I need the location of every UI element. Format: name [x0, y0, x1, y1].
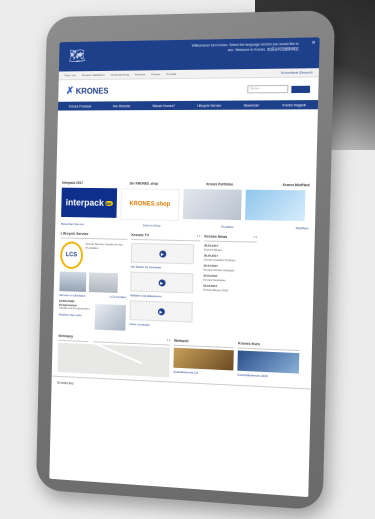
section-title: Krones Kurs: [237, 341, 300, 352]
lifecycle-images: [59, 271, 126, 294]
nav-item[interactable]: Warum Krones?: [152, 103, 175, 107]
promo-label: Krones Portfolios: [206, 182, 234, 187]
interpack-teaser[interactable]: interpack the: [61, 187, 118, 218]
lifecycle-links: Service im Überblick LCS Kunden: [59, 291, 126, 299]
videos-title: Krones TV: [131, 233, 150, 238]
news-item[interactable]: 18.04.2017 Krones Report 2016: [203, 284, 256, 294]
map-column: Germany ‹ ›: [57, 333, 170, 378]
site-header: ✗ KRONES Suche...: [58, 77, 319, 101]
world-map-icon: 🗺: [68, 47, 86, 64]
meta-link[interactable]: Presse: [151, 72, 160, 76]
section-title: Krones News ‹ ›: [204, 234, 257, 243]
location-map[interactable]: [57, 342, 170, 378]
shop-suffix: .shop: [154, 201, 171, 208]
close-icon[interactable]: ×: [312, 40, 316, 46]
video-caption[interactable]: Abfüllen und Etikettieren: [130, 293, 199, 299]
search-input[interactable]: Suche...: [247, 84, 289, 94]
meta-link[interactable]: Karriere: [135, 72, 145, 76]
report-caption[interactable]: Geschäftsbericht 2016: [237, 373, 299, 380]
news3-column: Krones Kurs Geschäftsbericht 2016: [237, 341, 300, 383]
video-caption[interactable]: Inline Lösungen: [129, 322, 198, 329]
video-column: Krones TV ‹ › ▶ Die Marke für Getränke ▶…: [129, 233, 201, 334]
lifecycle-link[interactable]: Service im Überblick: [59, 293, 85, 298]
portfolio-image[interactable]: [182, 189, 242, 221]
play-icon[interactable]: ▶: [158, 249, 166, 258]
meta-link[interactable]: Kontakt: [166, 72, 176, 76]
promo-caption[interactable]: Produkte: [221, 225, 233, 229]
play-icon[interactable]: ▶: [158, 278, 166, 287]
lifecycle-title: Lifecycle Service: [60, 231, 89, 237]
krones-logo[interactable]: ✗ KRONES: [65, 85, 109, 97]
video-player[interactable]: ▶: [129, 300, 193, 323]
lcs-text: Krones Service Vorteile für Ihre Produkt…: [85, 241, 123, 250]
miniplant-image[interactable]: [245, 189, 306, 222]
nav-item[interactable]: Krones Produkte: [69, 104, 92, 108]
promo-row: interpack the KRONES .shop: [55, 185, 316, 227]
bottom-row: Germany ‹ › Weltweit Quartalsbericht Q1 …: [52, 328, 312, 385]
news-item[interactable]: 25.04.2017 Krones auf der interpack: [204, 264, 257, 273]
meta-link[interactable]: Über uns: [64, 73, 76, 77]
promo-label: interpack 2017: [61, 180, 83, 185]
shop-teaser[interactable]: KRONES .shop: [120, 188, 180, 221]
robot-image[interactable]: [94, 304, 126, 331]
news-title: Krones News: [204, 234, 228, 239]
banner-text: Willkommen bei Krones. Select the langua…: [191, 41, 299, 52]
pager-arrows-icon[interactable]: ‹ ›: [253, 235, 257, 239]
news-column: Krones News ‹ › 28.04.2017 Krones Neues 2…: [202, 234, 257, 335]
tablet-screen: 🗺 Willkommen bei Krones. Select the lang…: [49, 37, 320, 498]
pager-arrows-icon[interactable]: ‹ ›: [167, 338, 170, 342]
shop-text: KRONES: [129, 201, 155, 208]
report-caption[interactable]: Quartalsbericht Q1: [173, 370, 233, 377]
meta-link[interactable]: Verantwortung: [110, 73, 129, 77]
interpack-text: interpack: [65, 197, 104, 208]
news-item[interactable]: 28.04.2017 Krones Neues: [204, 244, 257, 253]
lcs-logo[interactable]: LCS: [59, 241, 83, 270]
report-thumbnail[interactable]: [173, 347, 234, 371]
service-photo[interactable]: [59, 271, 87, 292]
news2-column: Weltweit Quartalsbericht Q1: [173, 338, 235, 381]
interpack-badge: the: [104, 200, 113, 206]
language-banner: 🗺 Willkommen bei Krones. Select the lang…: [58, 37, 320, 72]
play-icon[interactable]: ▶: [157, 307, 165, 315]
promo-caption[interactable]: Besuchen Sie uns: [61, 222, 84, 226]
hero-area: [56, 109, 318, 183]
tablet-device: 🗺 Willkommen bei Krones. Select the lang…: [35, 10, 336, 511]
content-grid: Lifecycle Service LCS Krones Service Vor…: [53, 226, 315, 339]
promo-caption[interactable]: Jetzt im Shop: [143, 223, 161, 227]
promo-caption[interactable]: MiniPlant: [296, 226, 309, 230]
promo-label: Krones MiniPlant: [282, 182, 310, 188]
evoguard-box: EVOGUARD Komponenten Ventile und Kompone…: [58, 299, 127, 331]
news-item[interactable]: 26.04.2017 Krones erweitert Portfolio: [204, 254, 257, 263]
map-title: Germany: [58, 333, 74, 339]
evoguard-text: Ventile und Komponenten: [58, 305, 90, 311]
nav-item[interactable]: Lifecycle Service: [197, 103, 221, 107]
region-selector[interactable]: Deutschland (Deutsch): [281, 70, 313, 74]
meta-link[interactable]: Investor Relations: [82, 73, 105, 77]
section-title: Krones TV ‹ ›: [131, 233, 201, 242]
logo-text: KRONES: [75, 86, 109, 96]
pager-arrows-icon[interactable]: ‹ ›: [197, 234, 200, 238]
report-thumbnail[interactable]: [237, 350, 300, 374]
nav-item[interactable]: Krones magazin: [282, 103, 306, 107]
lifecycle-link[interactable]: LCS Kunden: [110, 295, 127, 299]
video-caption[interactable]: Die Marke für Getränke: [131, 265, 200, 271]
news-item[interactable]: 20.04.2017 Krones Neuheiten: [203, 274, 256, 284]
video-player[interactable]: ▶: [130, 242, 195, 265]
search-button[interactable]: [291, 85, 311, 93]
service-photo[interactable]: [88, 272, 119, 293]
section-title: Weltweit: [173, 338, 235, 349]
nav-item[interactable]: Ihre Branche: [113, 104, 131, 108]
evoguard-link[interactable]: Erfahren Sie mehr: [59, 312, 92, 317]
lifecycle-column: Lifecycle Service LCS Krones Service Vor…: [58, 231, 128, 331]
video-player[interactable]: ▶: [130, 271, 194, 294]
krones-logo-icon: ✗: [65, 85, 75, 97]
promo-label: Der KRONES .shop: [129, 181, 159, 186]
lcs-row: LCS Krones Service Vorteile für Ihre Pro…: [59, 238, 128, 270]
nav-item[interactable]: Newsroom: [244, 103, 260, 107]
